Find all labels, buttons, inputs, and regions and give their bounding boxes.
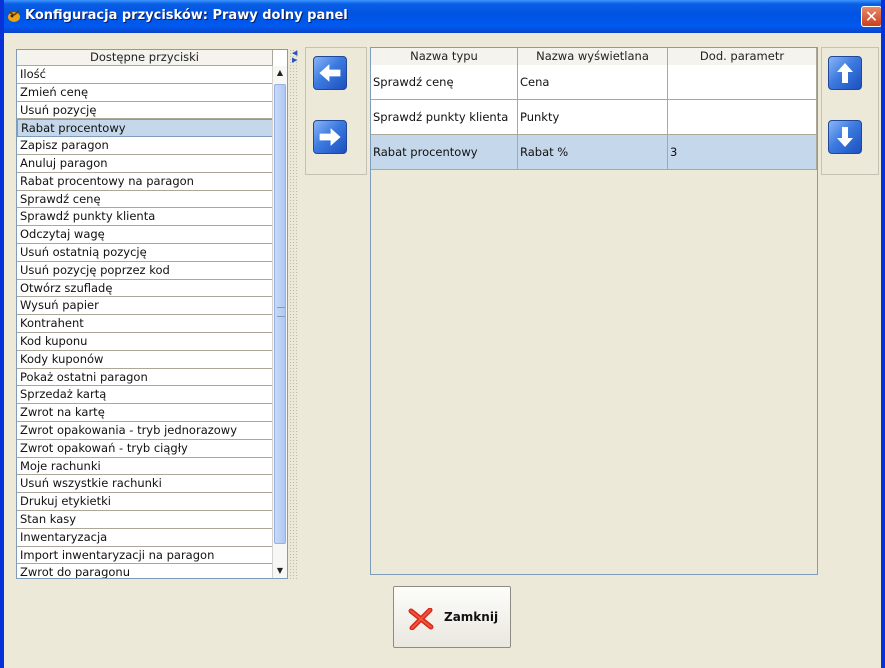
list-item[interactable]: Inwentaryzacja xyxy=(17,528,273,547)
list-item[interactable]: Usuń pozycję poprzez kod xyxy=(17,261,273,280)
cell-type[interactable]: Sprawdź cenę xyxy=(371,65,518,99)
scrollbar-grip-icon xyxy=(277,307,285,317)
move-buttons-panel xyxy=(305,47,367,175)
close-dialog-label: Zamknij xyxy=(444,610,499,624)
cell-type[interactable]: Rabat procentowy xyxy=(371,135,518,169)
move-left-button[interactable] xyxy=(313,56,347,90)
scroll-down-arrow-icon[interactable]: ▼ xyxy=(273,564,287,578)
list-item[interactable]: Otwórz szufladę xyxy=(17,279,273,298)
scrollbar-thumb[interactable] xyxy=(274,84,286,544)
column-header-extra-param[interactable]: Dod. parametr xyxy=(668,48,817,65)
list-item[interactable]: Zwrot opakowań - tryb ciągły xyxy=(17,439,273,458)
list-item[interactable]: Usuń ostatnią pozycję xyxy=(17,243,273,262)
list-item[interactable]: Zmień cenę xyxy=(17,83,273,102)
cell-type[interactable]: Sprawdź punkty klienta xyxy=(371,100,518,134)
list-item[interactable]: Sprzedaż kartą xyxy=(17,386,273,405)
arrow-down-icon xyxy=(837,127,853,147)
window-frame-left xyxy=(0,0,4,668)
list-item[interactable]: Anuluj paragon xyxy=(17,154,273,173)
arrow-up-icon xyxy=(837,63,853,83)
table-row[interactable]: Sprawdź cenę Cena xyxy=(371,65,817,100)
list-item[interactable]: Zapisz paragon xyxy=(17,137,273,155)
table-header: Nazwa typu Nazwa wyświetlana Dod. parame… xyxy=(371,48,817,66)
list-item[interactable]: Rabat procentowy xyxy=(17,119,273,138)
available-buttons-header: Dostępne przyciski xyxy=(17,50,273,66)
cell-display-name[interactable]: Rabat % xyxy=(518,135,668,169)
arrow-right-icon xyxy=(319,128,341,146)
red-x-icon xyxy=(408,608,434,630)
list-item[interactable]: Rabat procentowy na paragon xyxy=(17,172,273,191)
move-down-button[interactable] xyxy=(828,120,862,154)
available-buttons-list[interactable]: Dostępne przyciski Ilość Zmień cenę Usuń p… xyxy=(16,49,288,579)
splitter-handle[interactable] xyxy=(289,49,298,579)
cell-extra-param[interactable] xyxy=(668,65,817,99)
cell-display-name[interactable]: Punkty xyxy=(518,100,668,134)
table-row[interactable]: Sprawdź punkty klienta Punkty xyxy=(371,100,817,135)
cell-display-name[interactable]: Cena xyxy=(518,65,668,99)
list-item[interactable]: Pokaż ostatni paragon xyxy=(17,368,273,387)
list-item[interactable]: Sprawdź cenę xyxy=(17,190,273,209)
list-item[interactable]: Stan kasy xyxy=(17,510,273,529)
list-scrollbar[interactable]: ▲ ▼ xyxy=(272,66,287,578)
close-dialog-button[interactable]: Zamknij xyxy=(393,586,511,648)
app-icon xyxy=(8,10,20,22)
column-header-type[interactable]: Nazwa typu xyxy=(371,48,518,65)
list-item[interactable]: Zwrot do paragonu xyxy=(17,564,273,578)
window-title: Konfiguracja przycisków: Prawy dolny pan… xyxy=(25,8,348,23)
list-item[interactable]: Zwrot opakowania - tryb jednorazowy xyxy=(17,421,273,440)
cell-extra-param[interactable]: 3 xyxy=(668,135,817,169)
table-row[interactable]: Rabat procentowy Rabat % 3 xyxy=(371,135,817,170)
list-item[interactable]: Odczytaj wagę xyxy=(17,226,273,244)
table-body: Sprawdź cenę Cena Sprawdź punkty klienta Pu… xyxy=(371,65,817,170)
order-buttons-panel xyxy=(821,47,879,175)
list-item[interactable]: Sprawdź punkty klienta xyxy=(17,208,273,227)
column-header-display-name[interactable]: Nazwa wyświetlana xyxy=(518,48,668,65)
list-item[interactable]: Usuń wszystkie rachunki xyxy=(17,475,273,494)
assigned-buttons-table[interactable]: Nazwa typu Nazwa wyświetlana Dod. parame… xyxy=(370,47,818,575)
available-buttons-rows: Ilość Zmień cenę Usuń pozycję Rabat procent… xyxy=(17,66,273,578)
splitter-arrows-icon[interactable]: ◀ ▶ xyxy=(292,50,297,64)
window-frame-right xyxy=(881,0,885,668)
list-item[interactable]: Drukuj etykietki xyxy=(17,493,273,511)
move-right-button[interactable] xyxy=(313,120,347,154)
list-item[interactable]: Kod kuponu xyxy=(17,332,273,351)
list-item[interactable]: Ilość xyxy=(17,66,273,84)
list-item[interactable]: Moje rachunki xyxy=(17,457,273,476)
scroll-up-arrow-icon[interactable]: ▲ xyxy=(273,66,287,80)
list-item[interactable]: Wysuń papier xyxy=(17,297,273,316)
cell-extra-param[interactable] xyxy=(668,100,817,134)
move-up-button[interactable] xyxy=(828,56,862,90)
arrow-left-icon xyxy=(319,64,341,82)
list-item[interactable]: Usuń pozycję xyxy=(17,101,273,120)
list-item[interactable]: Import inwentaryzacji na paragon xyxy=(17,546,273,565)
list-item[interactable]: Zwrot na kartę xyxy=(17,404,273,422)
list-item[interactable]: Kody kuponów xyxy=(17,350,273,369)
window-close-button[interactable]: ✕ xyxy=(861,6,882,27)
list-item[interactable]: Kontrahent xyxy=(17,315,273,333)
title-bar: Konfiguracja przycisków: Prawy dolny pan… xyxy=(0,0,885,33)
